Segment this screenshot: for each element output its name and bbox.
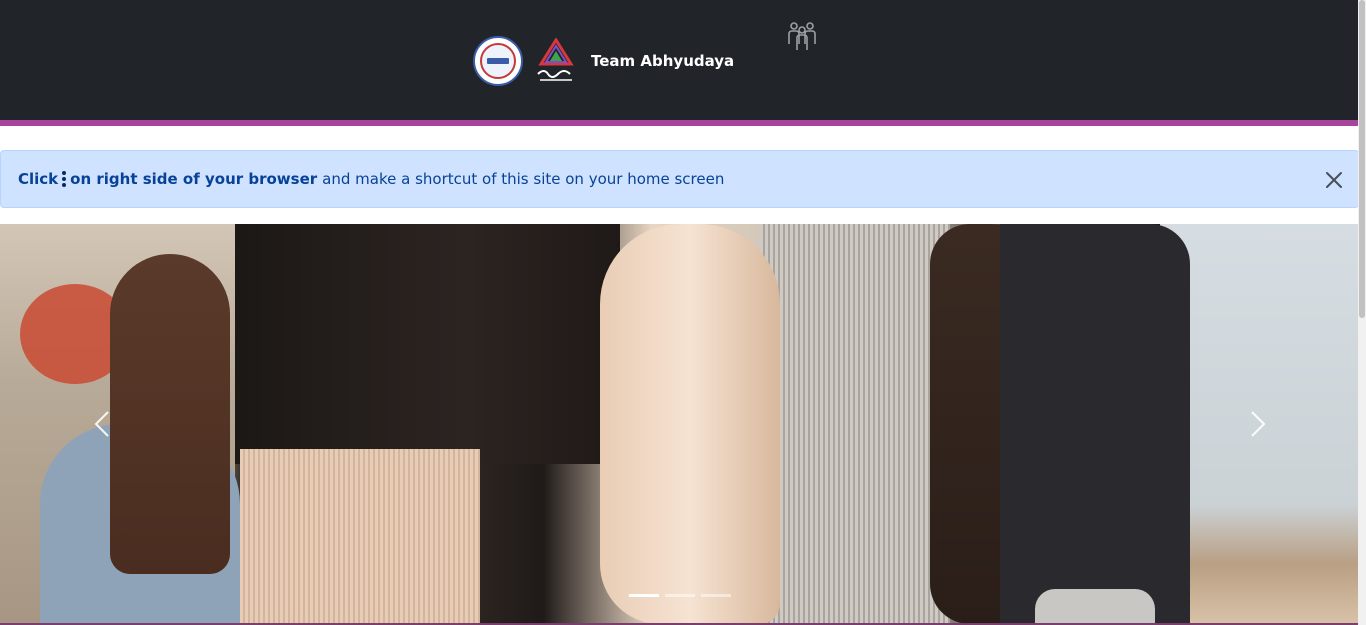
alert-bold-suffix: on right side of your browser xyxy=(70,170,318,188)
chevron-right-icon xyxy=(1251,411,1266,437)
slide-image-hair xyxy=(110,254,230,574)
carousel-prev-button[interactable] xyxy=(84,404,124,444)
slide-image-fringe-right xyxy=(760,224,950,624)
college-logo xyxy=(473,36,523,86)
slide-image-dark-top xyxy=(235,224,620,464)
alert-bold-prefix: Click xyxy=(18,170,59,188)
page-scrollbar[interactable] xyxy=(1358,0,1366,625)
carousel-indicator-1[interactable] xyxy=(629,594,659,597)
slide-image-cuff xyxy=(1035,589,1155,624)
brand-title[interactable]: Team Abhyudaya xyxy=(591,52,734,70)
team-icon[interactable] xyxy=(787,20,817,52)
carousel-indicators xyxy=(629,594,731,597)
chevron-left-icon xyxy=(94,411,109,437)
scrollbar-thumb[interactable] xyxy=(1359,0,1365,318)
install-alert: Click on right side of your browser and … xyxy=(0,150,1359,208)
kebab-menu-icon xyxy=(62,171,67,187)
navbar-accent-bar xyxy=(0,120,1358,126)
close-icon[interactable] xyxy=(1324,170,1344,190)
navbar: Team Abhyudaya xyxy=(0,0,1358,120)
carousel-next-button[interactable] xyxy=(1236,404,1276,444)
carousel-indicator-2[interactable] xyxy=(665,594,695,597)
brand[interactable]: Team Abhyudaya xyxy=(473,36,734,86)
alert-message: and make a shortcut of this site on your… xyxy=(322,170,725,188)
slide-image-fringe-left xyxy=(240,449,480,624)
slide-image-glove xyxy=(600,224,780,624)
carousel-indicator-3[interactable] xyxy=(701,594,731,597)
abhyudaya-logo xyxy=(536,38,576,84)
hero-carousel xyxy=(0,224,1358,624)
slide-image-sleeve xyxy=(1000,224,1190,624)
